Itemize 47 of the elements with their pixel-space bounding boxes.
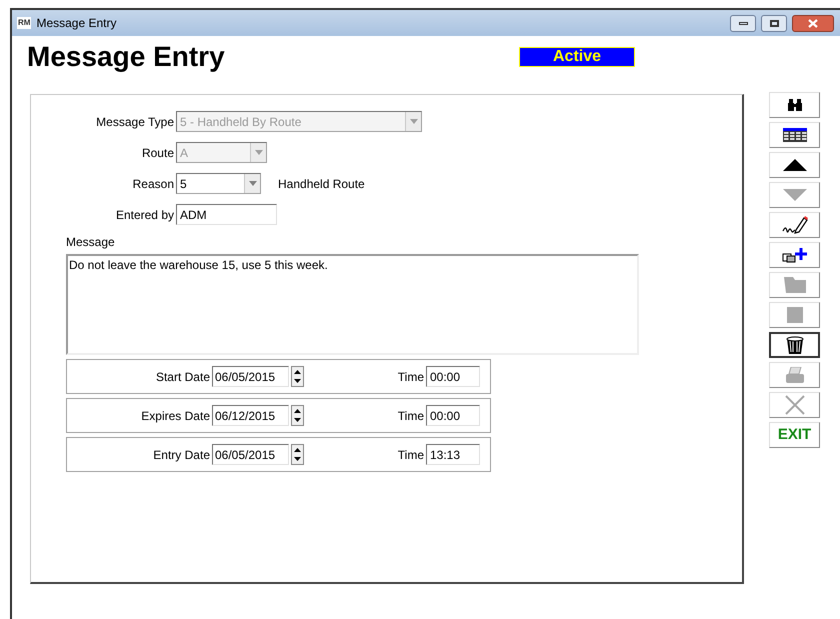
date-field[interactable]: 06/05/2015 [212,366,289,387]
pen-signature-icon [782,216,808,234]
field-label: Time [398,408,424,424]
app-logo: RM [17,17,32,29]
date-field[interactable]: 06/12/2015 [212,405,289,426]
table-icon [782,128,806,142]
field-label: Entry Date [153,446,210,464]
exit-button[interactable]: EXIT [769,422,820,448]
toolbar-button[interactable] [769,332,820,358]
folder-icon [784,277,806,293]
message-label: Message [66,235,115,249]
add-copy-icon [782,247,808,263]
field-label: Start Date [156,368,210,386]
stop-icon [786,307,802,323]
maximize-icon [770,20,778,26]
spinner-icon[interactable] [291,444,304,465]
field-label: Entered by [116,206,174,224]
field-label: Time [398,446,424,464]
field-label: Time [398,368,424,386]
time-field[interactable]: 00:00 [426,366,480,387]
minimize-icon [738,22,748,24]
up-arrow-icon [782,159,806,171]
message-field[interactable]: Do not leave the warehouse 15, use 5 this week. [66,254,639,355]
field-label: Route [142,144,174,162]
trash-can-icon [786,336,804,354]
field-label: Reason [132,176,174,192]
time-field[interactable]: 13:13 [426,444,480,465]
window-title: Message Entry [36,15,118,32]
binoculars-icon [788,99,802,111]
dropdown-field[interactable]: 5 [176,173,261,194]
close-button[interactable] [792,14,834,32]
page-heading: Message Entry [27,40,226,74]
reason-description: Handheld Route [278,176,365,192]
close-icon [784,395,804,415]
field-label: Expires Date [141,408,210,424]
down-arrow-icon [782,189,806,201]
date-field[interactable]: 06/05/2015 [212,444,289,465]
spinner-icon[interactable] [291,366,304,387]
spinner-icon[interactable] [291,405,304,426]
maximize-button[interactable] [761,14,787,32]
entered-by-field[interactable]: ADM [176,204,277,225]
status-badge: Active [519,47,635,67]
minimize-button[interactable] [730,14,756,32]
field-label: Message Type [96,114,174,130]
time-field[interactable]: 00:00 [426,405,480,426]
printer-icon [786,367,804,383]
close-icon [808,18,818,28]
